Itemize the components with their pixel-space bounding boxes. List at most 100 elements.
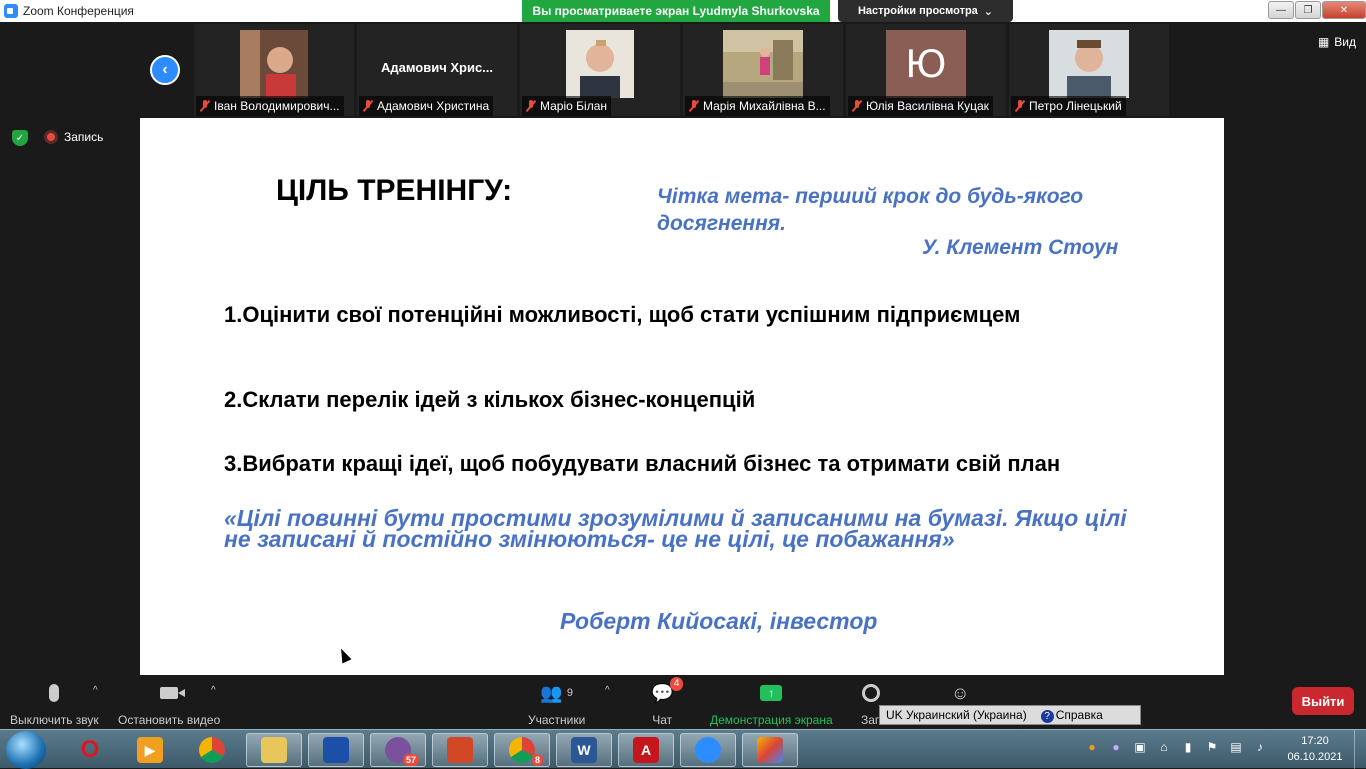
- slide-goal-2: 2.Склати перелік ідей з кількох бізнес-к…: [224, 387, 756, 412]
- slide-goal-1: 1.Оцінити свої потенційні можливості, що…: [224, 302, 1021, 327]
- floppy-disk-icon: [323, 737, 349, 763]
- mic-muted-icon: [689, 100, 699, 112]
- participants-count: 9: [566, 687, 573, 699]
- tray-signal-icon[interactable]: ▮: [1180, 740, 1196, 754]
- participant-video: [1049, 30, 1129, 98]
- mic-muted-icon: [852, 100, 862, 112]
- taskbar-chrome[interactable]: [184, 733, 240, 767]
- folder-icon: [261, 737, 287, 763]
- chrome-icon: [199, 737, 225, 763]
- participant-name-label: Іван Володимирович...: [196, 96, 344, 116]
- clock-date: 06.10.2021: [1287, 751, 1343, 763]
- record-dot-icon: [44, 130, 58, 144]
- help-button[interactable]: ? Справка: [1040, 708, 1103, 723]
- gallery-prev-button[interactable]: ‹: [150, 55, 180, 85]
- recording-label: Запись: [64, 130, 104, 144]
- windows-taskbar: O ▶ 57 8 W A ● ● ▣ ⌂ ▮ ⚑ ▤ ♪ 17:20 06.10…: [0, 729, 1366, 769]
- tray-viber-icon[interactable]: ●: [1108, 740, 1124, 754]
- recording-indicator[interactable]: Запись: [44, 130, 103, 144]
- participant-name-label: Петро Лінецький: [1011, 96, 1126, 116]
- participant-tile[interactable]: Маріо Білан: [520, 24, 680, 116]
- grid-icon: ▦: [1317, 35, 1330, 49]
- language-bar[interactable]: UK Украинский (Украина) ? Справка: [879, 705, 1141, 725]
- viber-badge: 57: [402, 754, 419, 766]
- viber-icon: 57: [385, 737, 419, 766]
- show-desktop-button[interactable]: [1354, 730, 1366, 769]
- microphone-icon: [49, 681, 60, 705]
- mute-button[interactable]: Выключить звук: [10, 681, 99, 727]
- video-options-caret[interactable]: ^: [211, 685, 216, 696]
- taskbar-chrome-2[interactable]: 8: [494, 733, 550, 767]
- participant-video: [723, 30, 803, 98]
- chrome-icon: 8: [509, 737, 543, 766]
- view-layout-label: Вид: [1334, 35, 1356, 49]
- participants-options-caret[interactable]: ^: [605, 685, 610, 696]
- participant-name-label: Марія Михайлівна В...: [685, 96, 830, 116]
- word-icon: W: [571, 737, 597, 763]
- leave-meeting-button[interactable]: Выйти: [1292, 687, 1354, 715]
- encryption-shield-icon[interactable]: ✓: [12, 130, 28, 146]
- share-screen-label: Демонстрация экрана: [710, 713, 833, 727]
- view-options-button[interactable]: Настройки просмотра ⌄: [838, 0, 1013, 22]
- slide-quote: Чітка мета- перший крок до будь-якого до…: [657, 185, 1084, 235]
- maximize-button[interactable]: ❐: [1295, 1, 1321, 19]
- participant-tile[interactable]: Адамович Хрис... Адамович Христина: [357, 24, 517, 116]
- taskbar-explorer[interactable]: [246, 733, 302, 767]
- chat-icon: 💬 4: [651, 677, 684, 705]
- tray-network-icon[interactable]: ▤: [1228, 740, 1244, 754]
- taskbar-media-player[interactable]: ▶: [122, 733, 178, 767]
- minimize-button[interactable]: —: [1268, 1, 1294, 19]
- meeting-controls: Выключить звук ^ Остановить видео ^ 👥 9 У…: [0, 675, 1366, 729]
- tray-volume-icon[interactable]: ♪: [1252, 740, 1268, 754]
- share-screen-button[interactable]: ↑ Демонстрация экрана: [710, 681, 833, 727]
- reactions-button[interactable]: ☺: [951, 681, 969, 705]
- mic-muted-icon: [363, 100, 373, 112]
- input-language[interactable]: UK Украинский (Украина): [886, 708, 1027, 722]
- audio-options-caret[interactable]: ^: [93, 685, 98, 696]
- close-window-button[interactable]: ✕: [1322, 1, 1366, 19]
- chat-button[interactable]: 💬 4 Чат: [651, 677, 684, 727]
- participant-avatar: Ю: [886, 30, 966, 98]
- taskbar-opera[interactable]: O: [62, 733, 118, 767]
- share-screen-icon: ↑: [760, 681, 783, 705]
- stop-video-button[interactable]: Остановить видео: [118, 681, 220, 727]
- slide-quote-2: «Цілі повинні бути простими зрозумілими …: [224, 505, 1127, 552]
- chat-label: Чат: [652, 713, 673, 727]
- view-layout-button[interactable]: ▦ Вид: [1318, 35, 1356, 49]
- help-icon: ?: [1040, 709, 1054, 723]
- participant-name-label: Юлія Василівна Куцак: [848, 96, 993, 116]
- system-tray: ● ● ▣ ⌂ ▮ ⚑ ▤ ♪: [1084, 740, 1268, 754]
- record-icon: [862, 681, 881, 705]
- chat-unread-badge: 4: [669, 677, 684, 691]
- presentation-icon: [447, 737, 473, 763]
- taskbar-powerpoint[interactable]: [432, 733, 488, 767]
- slide-quote-2-author: Роберт Кийосакі, інвестор: [560, 608, 878, 634]
- camera-icon: [160, 681, 186, 705]
- taskbar-acrobat[interactable]: A: [618, 733, 674, 767]
- participant-tile[interactable]: Ю Юлія Василівна Куцак: [846, 24, 1006, 116]
- tray-device-icon[interactable]: ⌂: [1156, 740, 1172, 754]
- chevron-down-icon: ⌄: [983, 5, 994, 18]
- system-clock[interactable]: 17:20 06.10.2021: [1284, 733, 1346, 765]
- slide-quote-author: У. Клемент Стоун: [922, 236, 1119, 259]
- participants-button[interactable]: 👥 9 Участники: [528, 681, 585, 728]
- view-options-label: Настройки просмотра: [857, 5, 978, 17]
- paint-palette-icon: [757, 737, 783, 763]
- participant-video: [566, 30, 634, 98]
- tray-chat-icon[interactable]: ▣: [1132, 740, 1148, 754]
- window-controls: — ❐ ✕: [1267, 0, 1366, 20]
- participant-name-label: Маріо Білан: [522, 96, 611, 116]
- participant-tile[interactable]: Петро Лінецький: [1009, 24, 1169, 116]
- participant-tile[interactable]: Марія Михайлівна В...: [683, 24, 843, 116]
- taskbar-viber[interactable]: 57: [370, 733, 426, 767]
- tray-app-icon[interactable]: ●: [1084, 740, 1100, 754]
- opera-icon: O: [80, 736, 100, 763]
- taskbar-paint[interactable]: [742, 733, 798, 767]
- taskbar-zoom[interactable]: [680, 733, 736, 767]
- participant-tile[interactable]: Іван Володимирович...: [194, 24, 354, 116]
- start-button[interactable]: [6, 731, 46, 769]
- taskbar-save-app[interactable]: [308, 733, 364, 767]
- tray-flag-icon[interactable]: ⚑: [1204, 740, 1220, 754]
- stop-video-label: Остановить видео: [118, 713, 221, 727]
- taskbar-word[interactable]: W: [556, 733, 612, 767]
